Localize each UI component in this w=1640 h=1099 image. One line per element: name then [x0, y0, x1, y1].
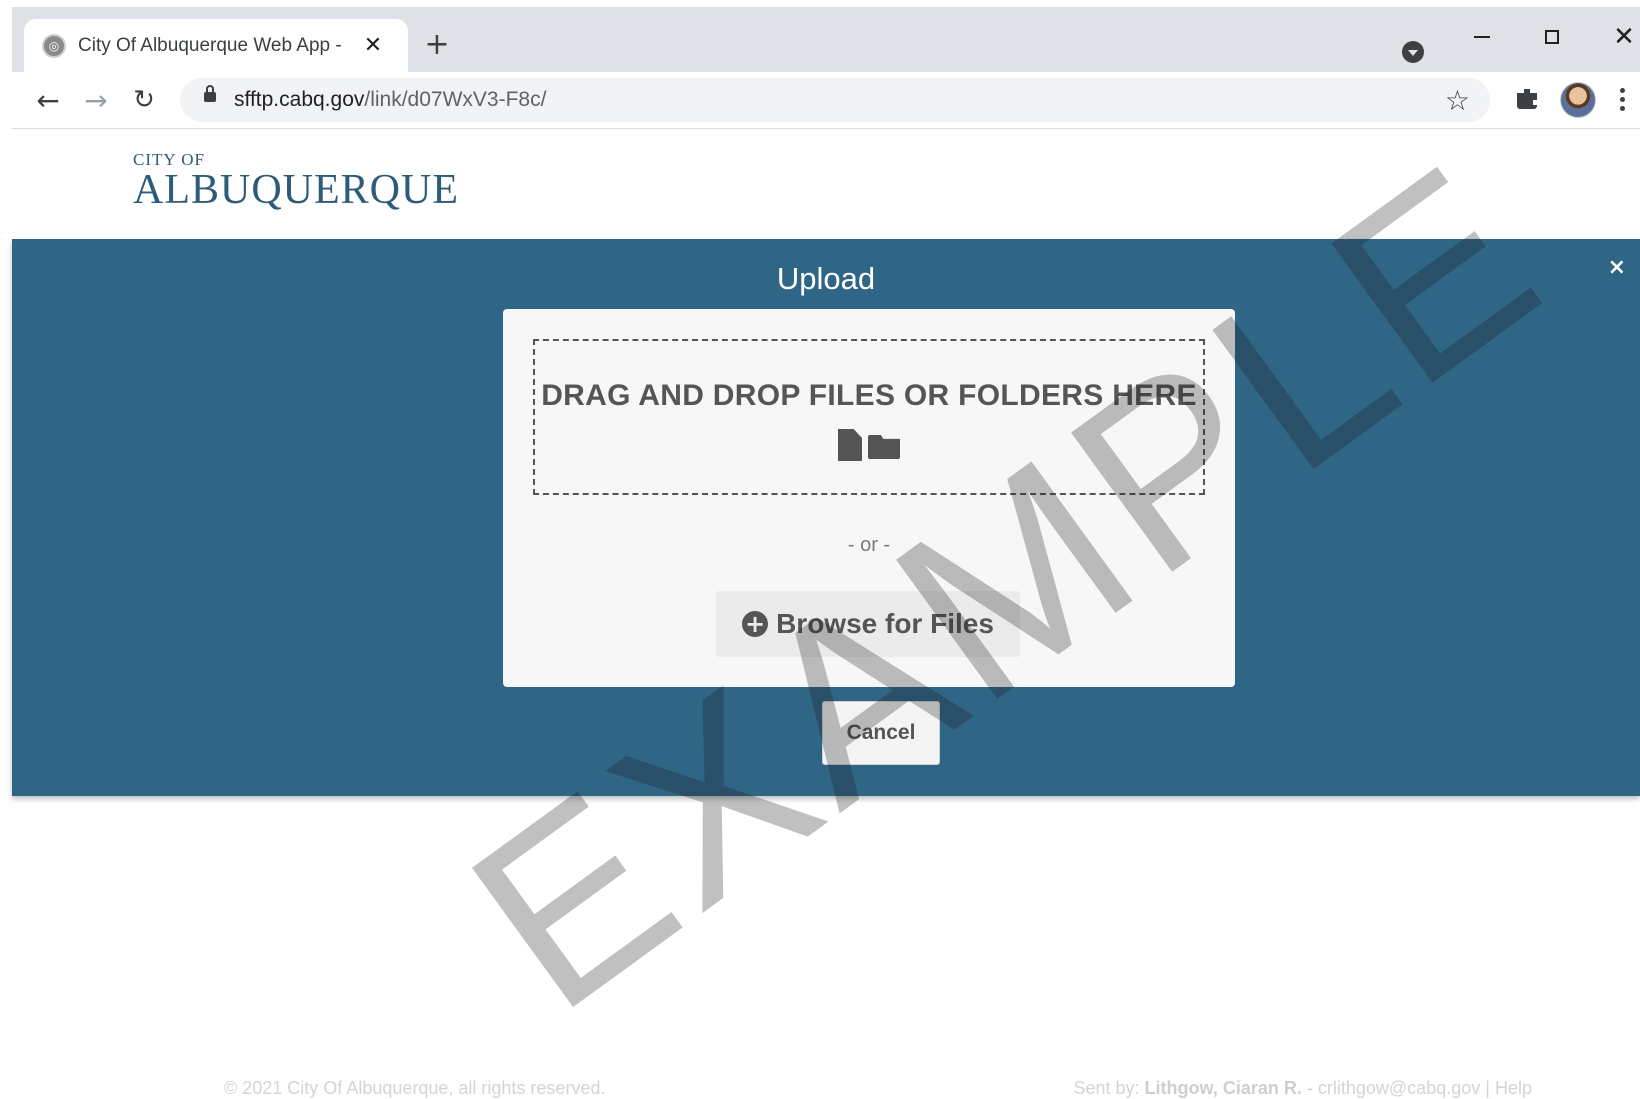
reload-icon[interactable]: ↻ — [126, 82, 162, 118]
upload-card: DRAG AND DROP FILES OR FOLDERS HERE - or… — [503, 309, 1235, 687]
footer-separator: | — [1485, 1078, 1490, 1098]
browse-files-button[interactable]: + Browse for Files — [716, 591, 1020, 657]
upload-title: Upload — [776, 261, 876, 296]
city-logo[interactable]: CITY OF ALBUQUERQUE — [133, 150, 459, 214]
drop-zone-text: DRAG AND DROP FILES OR FOLDERS HERE — [541, 379, 1197, 412]
window-close-button[interactable]: ✕ — [1602, 17, 1640, 57]
browser-toolbar: ← → ↻ sfftp.cabq.gov/link/d07WxV3-F8c/ ☆ — [12, 72, 1640, 129]
minimize-icon — [1474, 36, 1490, 38]
bookmark-star-icon[interactable]: ☆ — [1445, 84, 1470, 117]
back-arrow-icon[interactable]: ← — [30, 82, 66, 118]
drop-zone-icons — [535, 429, 1203, 461]
drop-zone[interactable]: DRAG AND DROP FILES OR FOLDERS HERE — [533, 339, 1205, 495]
sender-name: Lithgow, Ciaran R. — [1144, 1078, 1302, 1098]
cancel-button[interactable]: Cancel — [822, 701, 940, 765]
help-link[interactable]: Help — [1495, 1078, 1532, 1098]
new-tab-button[interactable]: + — [417, 24, 457, 64]
address-bar[interactable]: sfftp.cabq.gov/link/d07WxV3-F8c/ ☆ — [180, 78, 1490, 122]
logo-albuquerque: ALBUQUERQUE — [133, 167, 459, 213]
extensions-puzzle-icon[interactable] — [1512, 84, 1542, 114]
or-separator: - or - — [847, 534, 891, 556]
upload-panel: × Upload DRAG AND DROP FILES OR FOLDERS … — [12, 239, 1640, 796]
forward-arrow-icon[interactable]: → — [78, 82, 114, 118]
browser-tab-strip: ◎ City Of Albuquerque Web App - I ✕ + ✕ — [12, 7, 1640, 72]
copyright-text: © 2021 City Of Albuquerque, all rights r… — [224, 1078, 606, 1098]
tab-close-icon[interactable]: ✕ — [358, 31, 388, 61]
folder-icon — [868, 435, 900, 459]
url-path: /link/d07WxV3-F8c/ — [364, 88, 547, 111]
sender-info: Sent by: Lithgow, Ciaran R. - crlithgow@… — [1073, 1078, 1532, 1099]
profile-avatar[interactable] — [1560, 82, 1596, 118]
tab-search-icon[interactable] — [1402, 41, 1424, 63]
browser-menu-icon[interactable] — [1612, 82, 1632, 116]
plus-circle-icon: + — [742, 611, 769, 637]
tab-title: City Of Albuquerque Web App - I — [78, 34, 348, 56]
browser-tab[interactable]: ◎ City Of Albuquerque Web App - I ✕ — [24, 19, 408, 72]
maximize-icon — [1545, 30, 1559, 44]
maximize-button[interactable] — [1530, 17, 1574, 57]
city-seal-favicon-icon: ◎ — [42, 33, 66, 58]
sender-email[interactable]: - crlithgow@cabq.gov — [1307, 1078, 1480, 1098]
browse-files-label: Browse for Files — [776, 608, 994, 639]
minimize-button[interactable] — [1460, 17, 1504, 57]
url-text[interactable]: sfftp.cabq.gov/link/d07WxV3-F8c/ — [234, 88, 546, 112]
sent-by-label: Sent by: — [1073, 1078, 1140, 1098]
lock-icon[interactable] — [204, 85, 216, 102]
url-host: sfftp.cabq.gov — [234, 88, 365, 111]
file-icon — [838, 429, 862, 461]
